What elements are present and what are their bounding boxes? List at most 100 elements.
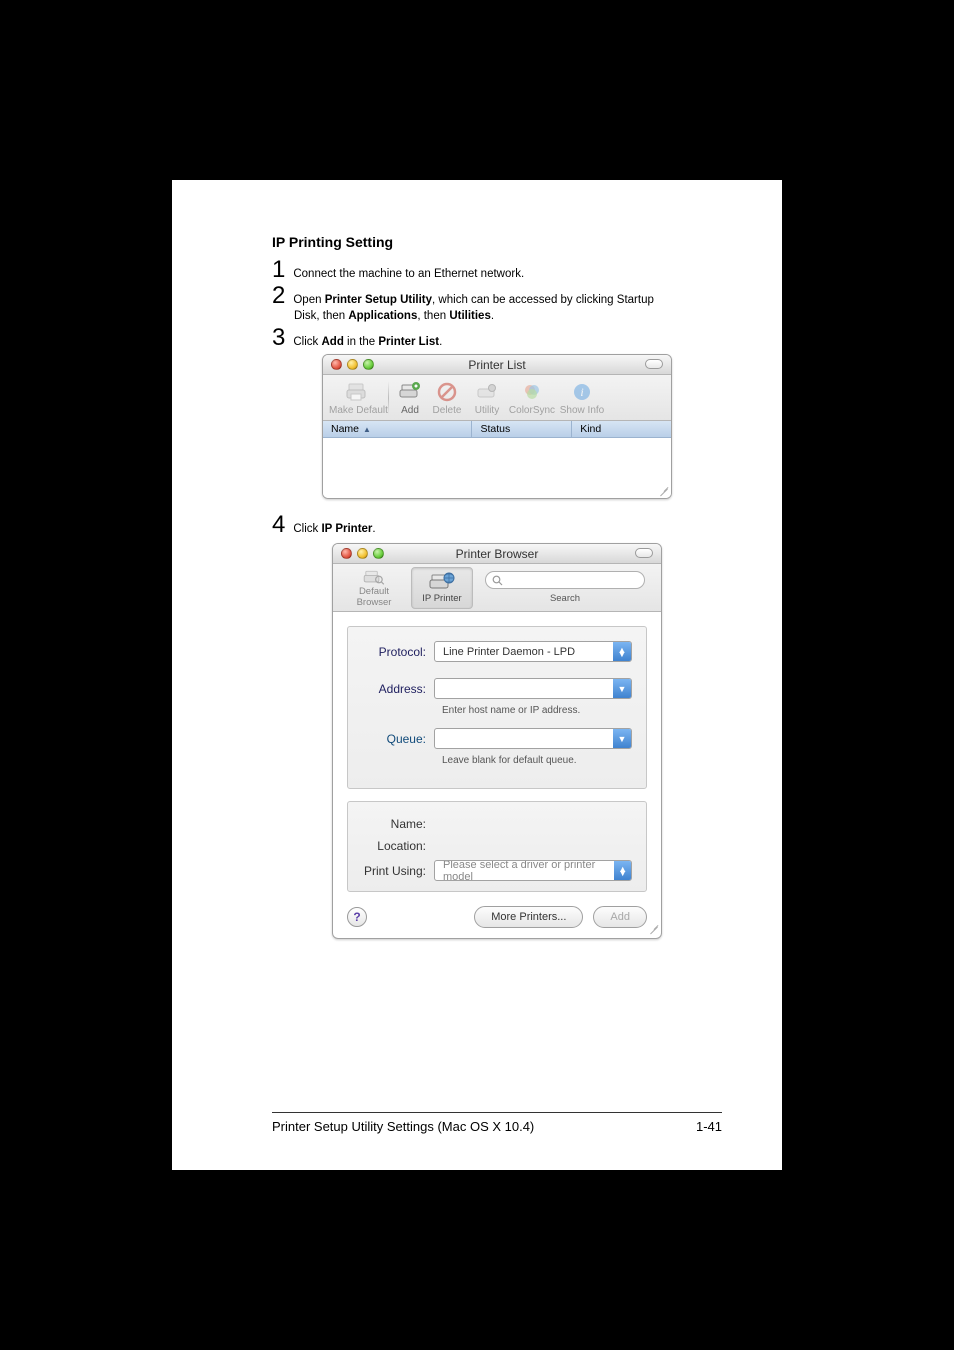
dropdown-icon: ▼ <box>613 729 631 748</box>
printer-browser-window: Printer Browser Default Browser IP Print… <box>332 543 662 939</box>
t: Applications <box>348 310 417 322</box>
label: Show Info <box>558 405 606 416</box>
protocol-label: Protocol: <box>362 645 434 659</box>
info-icon: i <box>558 380 606 404</box>
help-button[interactable]: ? <box>347 907 367 927</box>
step-1: 1 Connect the machine to an Ethernet net… <box>272 258 722 282</box>
label: Utility <box>468 405 506 416</box>
t: IP Printer <box>321 523 372 535</box>
utility-button[interactable]: Utility <box>468 380 506 416</box>
t: in the <box>344 336 379 348</box>
address-label: Address: <box>362 682 434 696</box>
search-label: Search <box>479 593 651 604</box>
printer-list-window: Printer List Make Default Add <box>322 354 672 499</box>
make-default-button[interactable]: Make Default <box>329 380 383 416</box>
more-printers-button[interactable]: More Printers... <box>474 906 583 928</box>
printer-globe-icon <box>429 571 455 593</box>
label: IP Printer <box>422 593 461 604</box>
queue-label: Queue: <box>362 732 434 746</box>
printer-search-icon <box>361 568 387 586</box>
search-icon <box>492 575 503 586</box>
delete-button[interactable]: Delete <box>428 380 466 416</box>
show-info-button[interactable]: i Show Info <box>558 380 606 416</box>
name-label: Name: <box>362 817 434 831</box>
label: Delete <box>428 405 466 416</box>
page-footer: Printer Setup Utility Settings (Mac OS X… <box>272 1113 722 1134</box>
t: Click <box>293 523 321 535</box>
step-2-cont: Disk, then Applications, then Utilities. <box>294 308 722 324</box>
column-header-row: Name ▲ Status Kind <box>323 421 671 438</box>
toolbar-separator <box>388 381 389 415</box>
step-text: Click Add in the Printer List. <box>293 330 442 350</box>
t: Printer Setup Utility <box>325 294 432 306</box>
add-button[interactable]: Add <box>593 906 647 928</box>
step-number: 4 <box>272 513 285 537</box>
add-button[interactable]: Add <box>394 380 426 416</box>
step-text: Connect the machine to an Ethernet netwo… <box>293 262 524 282</box>
resize-grip-icon[interactable] <box>647 922 659 934</box>
titlebar[interactable]: Printer Browser <box>333 544 661 564</box>
t: Disk, then <box>294 310 348 322</box>
utility-icon <box>468 380 506 404</box>
stepper-icon: ▲▼ <box>613 642 631 661</box>
t: Printer List <box>378 336 439 348</box>
sort-asc-icon: ▲ <box>363 425 371 434</box>
step-number: 2 <box>272 284 285 308</box>
window-title: Printer List <box>323 358 671 372</box>
toolbar-toggle-icon[interactable] <box>645 359 663 369</box>
t: . <box>439 336 442 348</box>
column-kind[interactable]: Kind <box>572 421 671 437</box>
page-number: 1-41 <box>696 1119 722 1134</box>
print-using-select[interactable]: Please select a driver or printer model … <box>434 860 632 881</box>
delete-icon <box>428 380 466 404</box>
value: Please select a driver or printer model <box>443 860 614 881</box>
t: Utilities <box>449 310 491 322</box>
value: Line Printer Daemon - LPD <box>443 646 575 658</box>
address-hint: Enter host name or IP address. <box>442 705 632 716</box>
t: . <box>372 523 375 535</box>
step-text: Open Printer Setup Utility, which can be… <box>293 288 654 308</box>
print-using-label: Print Using: <box>362 864 434 878</box>
step-2: 2 Open Printer Setup Utility, which can … <box>272 284 722 308</box>
t: Add <box>321 336 343 348</box>
colorsync-button[interactable]: ColorSync <box>508 380 556 416</box>
footer-title: Printer Setup Utility Settings (Mac OS X… <box>272 1119 534 1134</box>
window-title: Printer Browser <box>333 547 661 561</box>
svg-text:i: i <box>580 385 583 399</box>
column-status[interactable]: Status <box>472 421 572 437</box>
step-4: 4 Click IP Printer. <box>272 513 722 537</box>
label: Add <box>394 405 426 416</box>
t: , then <box>417 310 449 322</box>
printer-list-body <box>323 438 671 498</box>
titlebar[interactable]: Printer List <box>323 355 671 375</box>
label: Make Default <box>329 405 383 416</box>
queue-hint: Leave blank for default queue. <box>442 755 632 766</box>
resize-grip-icon[interactable] <box>657 484 669 496</box>
tab-ip-printer[interactable]: IP Printer <box>411 567 473 609</box>
queue-input[interactable]: ▼ <box>434 728 632 749</box>
column-name[interactable]: Name ▲ <box>323 421 472 437</box>
browser-toolbar: Default Browser IP Printer Search <box>333 564 661 612</box>
tab-default-browser[interactable]: Default Browser <box>343 567 405 609</box>
colorsync-icon <box>508 380 556 404</box>
toolbar-toggle-icon[interactable] <box>635 548 653 558</box>
dropdown-icon: ▼ <box>613 679 631 698</box>
location-label: Location: <box>362 839 434 853</box>
address-input[interactable]: ▼ <box>434 678 632 699</box>
button-row: ? More Printers... Add <box>333 896 661 938</box>
connection-panel: Protocol: Line Printer Daemon - LPD ▲▼ A… <box>347 626 647 789</box>
toolbar: Make Default Add Delete <box>323 375 671 421</box>
t: Click <box>293 336 321 348</box>
printer-add-icon <box>394 380 426 404</box>
t: Open <box>293 294 324 306</box>
step-number: 3 <box>272 326 285 350</box>
step-text: Click IP Printer. <box>293 517 375 537</box>
printer-icon <box>329 380 383 404</box>
label: Name <box>331 423 359 435</box>
t: . <box>491 310 494 322</box>
protocol-select[interactable]: Line Printer Daemon - LPD ▲▼ <box>434 641 632 662</box>
t: , which can be accessed by clicking Star… <box>432 294 654 306</box>
search-input[interactable] <box>485 571 645 589</box>
label: Default Browser <box>344 586 404 608</box>
step-3: 3 Click Add in the Printer List. <box>272 326 722 350</box>
